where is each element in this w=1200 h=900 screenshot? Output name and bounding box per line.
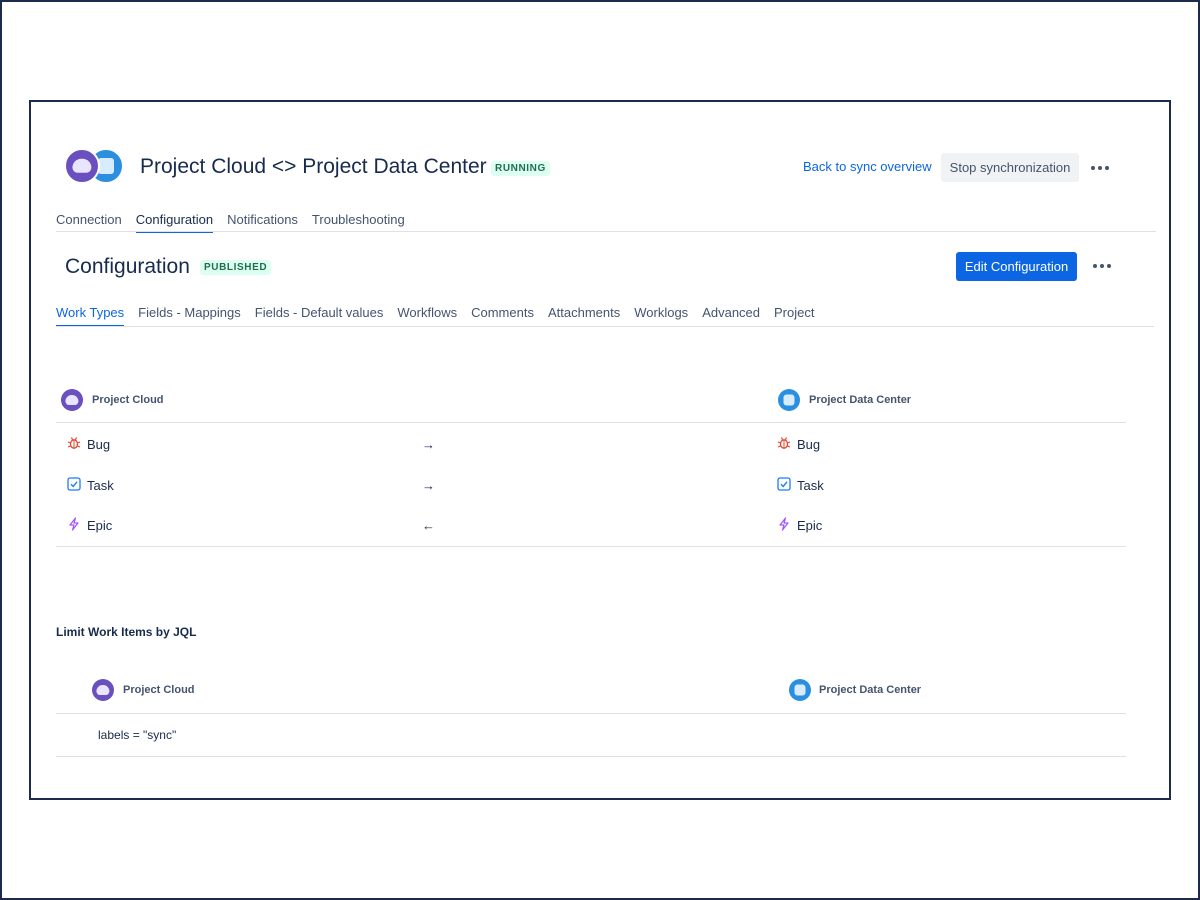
bug-icon — [67, 437, 81, 449]
main-tabs-divider — [56, 231, 1156, 232]
work-types-header-divider — [56, 422, 1126, 423]
published-status-badge: PUBLISHED — [200, 260, 272, 275]
work-types-bottom-divider — [56, 546, 1126, 547]
tab-work-types[interactable]: Work Types — [56, 305, 125, 327]
main-tabs: Connection Configuration Notifications T… — [56, 212, 405, 233]
server-icon — [98, 158, 114, 174]
task-icon — [67, 477, 81, 491]
server-icon — [794, 684, 806, 696]
jql-project-data-center-avatar — [789, 679, 811, 701]
project-cloud-avatar — [64, 148, 100, 184]
tab-workflows[interactable]: Workflows — [397, 305, 457, 327]
tab-project[interactable]: Project — [774, 305, 814, 327]
jql-header-divider — [56, 713, 1126, 714]
work-types-right-header: Project Data Center — [809, 394, 912, 406]
work-type-right-epic: Epic — [797, 518, 823, 533]
cloud-icon — [72, 158, 92, 174]
cloud-icon — [65, 395, 79, 405]
task-icon — [777, 477, 791, 491]
tab-fields-mappings[interactable]: Fields - Mappings — [138, 305, 241, 327]
work-type-left-epic: Epic — [87, 518, 113, 533]
configuration-tabs-divider — [56, 326, 1154, 327]
work-type-right-task: Task — [797, 478, 824, 493]
work-type-right-bug: Bug — [797, 437, 821, 452]
edit-configuration-button[interactable]: Edit Configuration — [956, 252, 1077, 281]
sync-direction-task: → — [422, 478, 435, 493]
configuration-more-actions-icon[interactable] — [1088, 256, 1116, 276]
tab-troubleshooting[interactable]: Troubleshooting — [312, 212, 405, 233]
bug-icon — [777, 437, 791, 449]
jql-bottom-divider — [56, 756, 1126, 757]
tab-configuration[interactable]: Configuration — [135, 212, 214, 233]
tab-notifications[interactable]: Notifications — [227, 212, 298, 233]
more-actions-icon[interactable] — [1086, 158, 1114, 178]
stop-synchronization-button[interactable]: Stop synchronization — [941, 153, 1079, 182]
page-panel — [29, 100, 1171, 800]
tab-worklogs[interactable]: Worklogs — [634, 305, 688, 327]
tab-fields-default-values[interactable]: Fields - Default values — [255, 305, 384, 327]
epic-icon — [69, 517, 79, 531]
running-status-badge: RUNNING — [491, 161, 550, 176]
back-to-sync-overview-link[interactable]: Back to sync overview — [803, 159, 932, 174]
cloud-icon — [96, 685, 110, 695]
page-title: Project Cloud <> Project Data Center — [140, 155, 487, 178]
work-type-left-task: Task — [87, 478, 114, 493]
jql-project-cloud-avatar — [92, 679, 114, 701]
sync-direction-epic: ← — [422, 518, 435, 533]
tab-comments[interactable]: Comments — [471, 305, 534, 327]
tab-advanced[interactable]: Advanced — [702, 305, 760, 327]
server-icon — [783, 394, 795, 406]
sync-direction-bug: → — [422, 437, 435, 452]
jql-left-query: labels = "sync" — [98, 728, 177, 742]
tab-attachments[interactable]: Attachments — [548, 305, 620, 327]
configuration-heading: Configuration — [65, 255, 190, 278]
epic-icon — [779, 517, 789, 531]
work-type-left-bug: Bug — [87, 437, 111, 452]
jql-left-header: Project Cloud — [123, 684, 195, 696]
jql-right-header: Project Data Center — [819, 684, 922, 696]
tab-connection[interactable]: Connection — [56, 212, 122, 233]
configuration-tabs: Work Types Fields - Mappings Fields - De… — [56, 305, 814, 327]
jql-section-title: Limit Work Items by JQL — [56, 625, 197, 639]
connection-avatars — [64, 146, 126, 186]
work-types-left-header: Project Cloud — [92, 394, 164, 406]
project-data-center-small-avatar — [778, 389, 800, 411]
project-cloud-small-avatar — [61, 389, 83, 411]
